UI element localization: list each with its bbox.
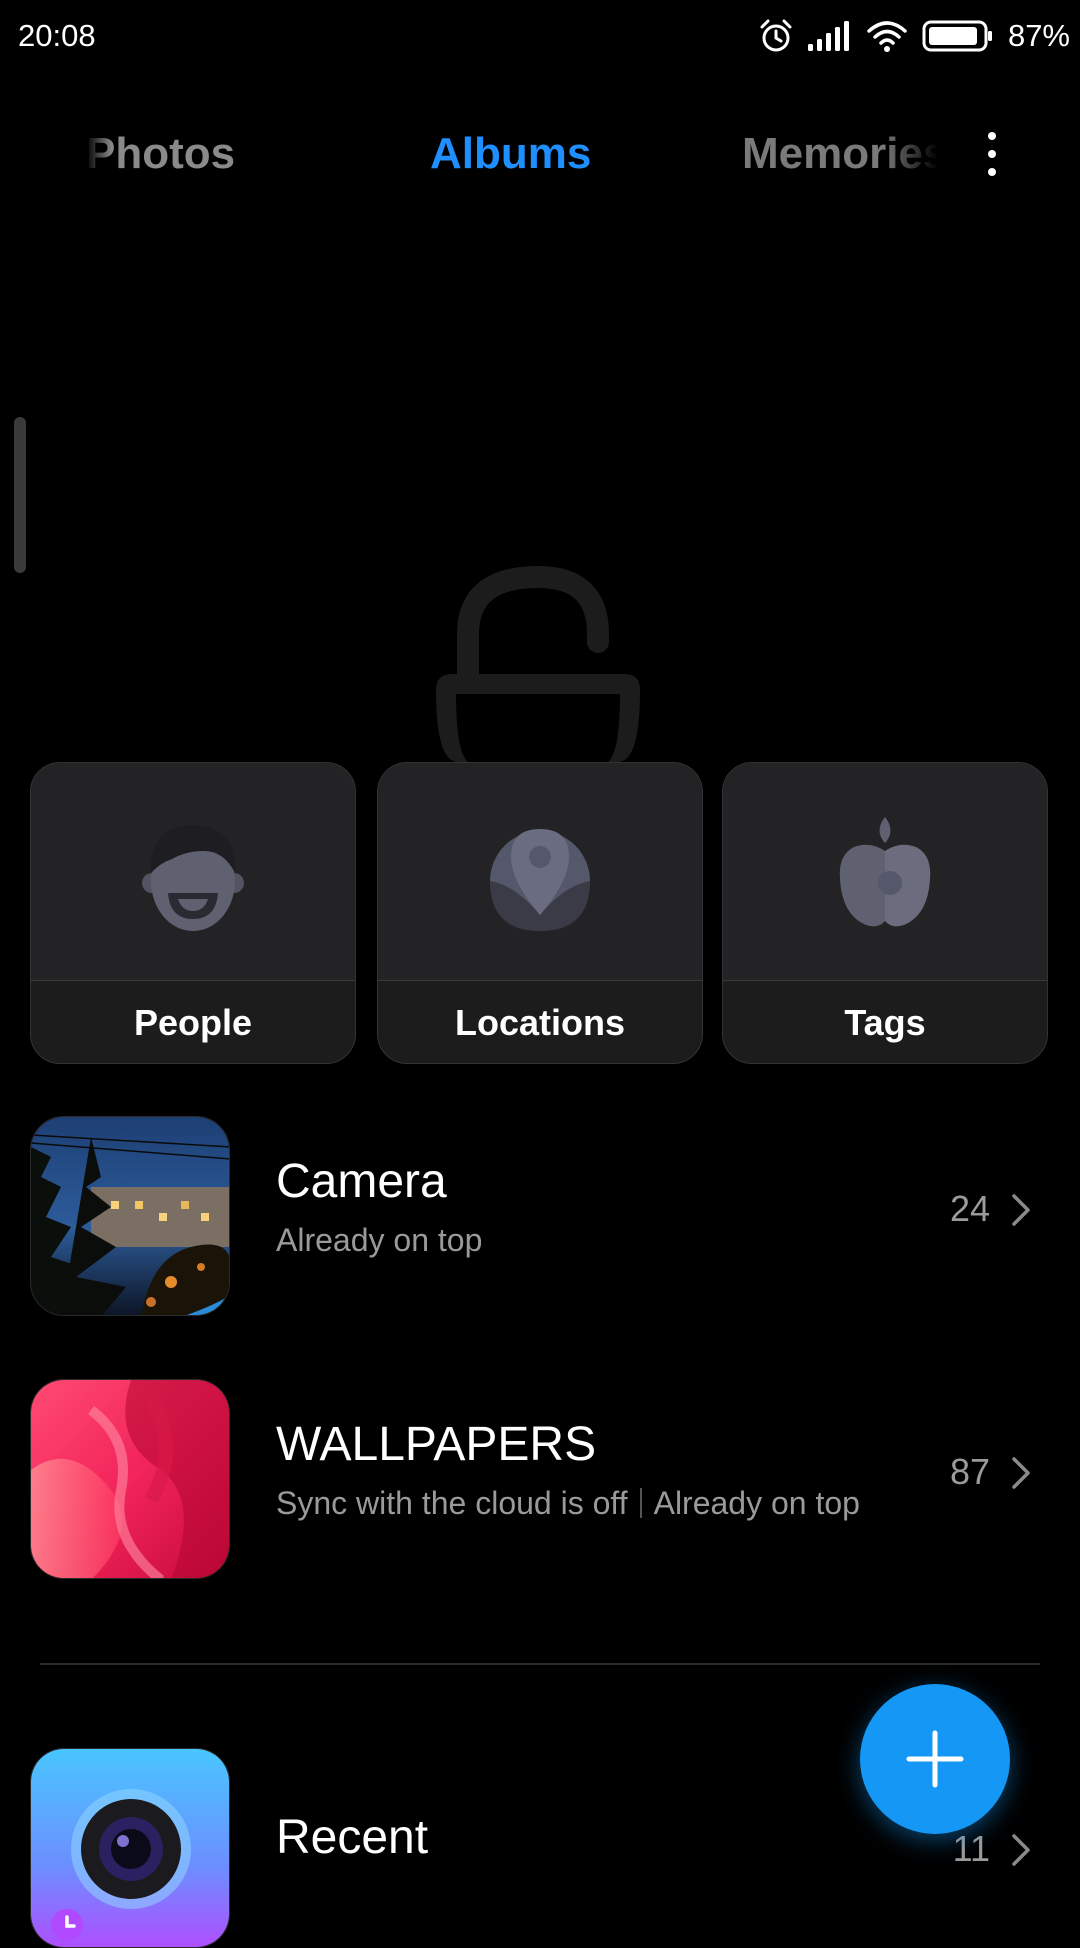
- recent-album-name: Recent: [276, 1811, 429, 1864]
- battery-percent: 87%: [1007, 18, 1070, 53]
- recent-album-image: [31, 1749, 229, 1947]
- sync-status-text: Sync with the cloud is off: [276, 1485, 628, 1521]
- status-icons: 87%: [758, 14, 1070, 58]
- people-card-image: [31, 763, 355, 981]
- wallpapers-album-thumbnail: [30, 1379, 230, 1579]
- pinned-status-text: Already on top: [653, 1485, 860, 1521]
- more-dot-icon: [988, 132, 996, 140]
- album-row-camera[interactable]: Camera Already on top 24: [0, 1116, 1080, 1316]
- wifi-icon: [867, 21, 907, 52]
- alarm-icon: [760, 19, 792, 52]
- camera-album-subtitle: Already on top: [276, 1222, 483, 1258]
- signal-icon: [807, 21, 849, 51]
- tab-memories[interactable]: Memories: [742, 118, 938, 190]
- scroll-indicator[interactable]: [14, 417, 26, 573]
- tags-card[interactable]: Tags: [722, 762, 1048, 1064]
- wallpapers-album-subtitle: Sync with the cloud is off Already on top: [276, 1485, 860, 1522]
- status-time: 20:08: [18, 18, 96, 53]
- people-card[interactable]: People: [30, 762, 356, 1064]
- section-divider: [40, 1663, 1040, 1665]
- status-bar: 20:08 87%: [0, 0, 1080, 72]
- more-dot-icon: [988, 150, 996, 158]
- locations-card-image: [378, 763, 702, 981]
- wallpapers-album-image: [31, 1380, 229, 1578]
- subtitle-separator: [639, 1487, 642, 1518]
- unlock-icon: [436, 565, 640, 762]
- more-dot-icon: [988, 168, 996, 176]
- chevron-right-icon: [1012, 1457, 1030, 1489]
- tab-bar: Photos Albums Memories: [0, 118, 1080, 190]
- tags-card-image: [723, 763, 1047, 981]
- wallpapers-album-count: 87: [949, 1451, 990, 1492]
- recent-album-thumbnail: [30, 1748, 230, 1948]
- more-options-button[interactable]: [972, 122, 1012, 186]
- camera-album-image: [31, 1117, 229, 1315]
- people-card-label: People: [133, 1002, 253, 1043]
- tag-apple-icon: [839, 817, 931, 927]
- camera-album-count: 24: [949, 1188, 990, 1229]
- battery-icon: [922, 20, 992, 52]
- locations-card-label: Locations: [454, 1002, 625, 1043]
- plus-icon: [906, 1730, 964, 1788]
- camera-album-name: Camera: [276, 1155, 447, 1208]
- tags-card-label: Tags: [844, 1002, 926, 1043]
- chevron-right-icon: [1012, 1834, 1030, 1866]
- location-pin-icon: [490, 829, 590, 931]
- tab-photos[interactable]: Photos: [86, 118, 235, 190]
- wallpapers-album-name: WALLPAPERS: [276, 1418, 597, 1471]
- chevron-right-icon: [1012, 1194, 1030, 1226]
- recent-album-count: 11: [952, 1828, 990, 1869]
- album-row-wallpapers[interactable]: WALLPAPERS Sync with the cloud is off Alr…: [0, 1379, 1080, 1579]
- locations-card[interactable]: Locations: [377, 762, 703, 1064]
- tab-albums[interactable]: Albums: [430, 118, 591, 190]
- add-album-button[interactable]: [860, 1684, 1010, 1834]
- camera-album-thumbnail: [30, 1116, 230, 1316]
- person-face-icon: [142, 825, 244, 931]
